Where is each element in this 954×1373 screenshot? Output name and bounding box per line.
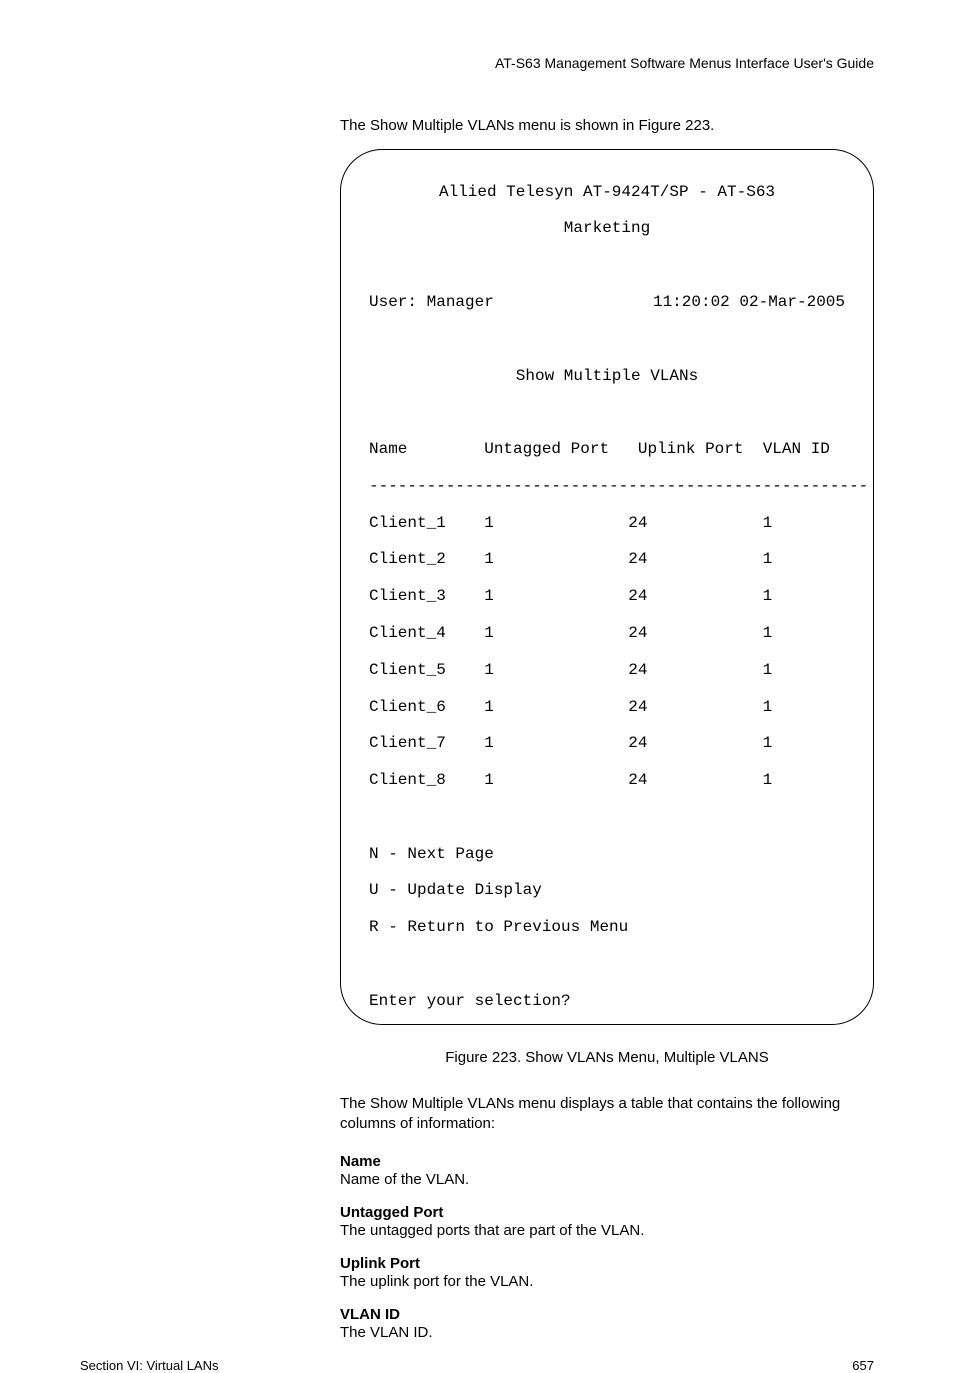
row-name: Client_7 bbox=[369, 734, 446, 752]
def-text: Name of the VLAN. bbox=[340, 1170, 874, 1190]
row-untagged: 1 bbox=[484, 771, 494, 789]
row-uplink: 24 bbox=[628, 698, 647, 716]
definition-name: Name Name of the VLAN. bbox=[340, 1153, 874, 1190]
blank-line bbox=[369, 955, 845, 973]
prompt: Enter your selection? bbox=[369, 992, 845, 1010]
row-name: Client_6 bbox=[369, 698, 446, 716]
blank-line bbox=[369, 808, 845, 826]
row-uplink: 24 bbox=[628, 661, 647, 679]
row-vlan: 1 bbox=[763, 734, 773, 752]
row-name: Client_3 bbox=[369, 587, 446, 605]
col-name: Name bbox=[369, 440, 407, 458]
table-row: Client_5 1 24 1 bbox=[369, 661, 845, 679]
table-row: Client_6 1 24 1 bbox=[369, 698, 845, 716]
table-row: Client_8 1 24 1 bbox=[369, 771, 845, 789]
row-vlan: 1 bbox=[763, 624, 773, 642]
row-vlan: 1 bbox=[763, 514, 773, 532]
blank-line bbox=[369, 330, 845, 348]
screen-title: Show Multiple VLANs bbox=[369, 367, 845, 385]
row-untagged: 1 bbox=[484, 624, 494, 642]
table-row: Client_4 1 24 1 bbox=[369, 624, 845, 642]
column-headers: Name Untagged Port Uplink Port VLAN ID bbox=[369, 440, 845, 458]
terminal-title2: Marketing bbox=[369, 219, 845, 237]
definition-untagged-port: Untagged Port The untagged ports that ar… bbox=[340, 1204, 874, 1241]
nav-return: R - Return to Previous Menu bbox=[369, 918, 845, 936]
blank-line bbox=[369, 403, 845, 421]
def-term: VLAN ID bbox=[340, 1306, 874, 1323]
row-vlan: 1 bbox=[763, 698, 773, 716]
definition-vlan-id: VLAN ID The VLAN ID. bbox=[340, 1306, 874, 1343]
row-untagged: 1 bbox=[484, 550, 494, 568]
def-text: The untagged ports that are part of the … bbox=[340, 1221, 874, 1241]
col-vlan: VLAN ID bbox=[763, 440, 830, 458]
row-uplink: 24 bbox=[628, 771, 647, 789]
table-row: Client_2 1 24 1 bbox=[369, 550, 845, 568]
definition-uplink-port: Uplink Port The uplink port for the VLAN… bbox=[340, 1255, 874, 1292]
row-uplink: 24 bbox=[628, 550, 647, 568]
def-term: Untagged Port bbox=[340, 1204, 874, 1221]
row-vlan: 1 bbox=[763, 587, 773, 605]
timestamp: 11:20:02 02-Mar-2005 bbox=[653, 293, 845, 311]
document-page: AT-S63 Management Software Menus Interfa… bbox=[0, 0, 954, 1235]
row-uplink: 24 bbox=[628, 734, 647, 752]
footer-section: Section VI: Virtual LANs bbox=[80, 1358, 219, 1373]
table-row: Client_1 1 24 1 bbox=[369, 514, 845, 532]
nav-update: U - Update Display bbox=[369, 881, 845, 899]
nav-next: N - Next Page bbox=[369, 845, 845, 863]
page-header: AT-S63 Management Software Menus Interfa… bbox=[80, 55, 874, 71]
row-name: Client_4 bbox=[369, 624, 446, 642]
figure-caption: Figure 223. Show VLANs Menu, Multiple VL… bbox=[340, 1049, 874, 1066]
user-label: User: Manager bbox=[369, 293, 494, 311]
row-untagged: 1 bbox=[484, 587, 494, 605]
row-uplink: 24 bbox=[628, 514, 647, 532]
def-term: Uplink Port bbox=[340, 1255, 874, 1272]
terminal-title1: Allied Telesyn AT-9424T/SP - AT-S63 bbox=[369, 183, 845, 201]
row-name: Client_2 bbox=[369, 550, 446, 568]
col-untagged: Untagged Port bbox=[484, 440, 609, 458]
row-name: Client_5 bbox=[369, 661, 446, 679]
row-name: Client_8 bbox=[369, 771, 446, 789]
row-uplink: 24 bbox=[628, 587, 647, 605]
divider-line: ----------------------------------------… bbox=[369, 477, 845, 495]
page-footer: Section VI: Virtual LANs 657 bbox=[80, 1358, 874, 1373]
intro-paragraph: The Show Multiple VLANs menu is shown in… bbox=[340, 116, 874, 136]
row-untagged: 1 bbox=[484, 698, 494, 716]
blank-line bbox=[369, 256, 845, 274]
table-row: Client_3 1 24 1 bbox=[369, 587, 845, 605]
row-untagged: 1 bbox=[484, 661, 494, 679]
def-text: The VLAN ID. bbox=[340, 1323, 874, 1343]
def-term: Name bbox=[340, 1153, 874, 1170]
row-name: Client_1 bbox=[369, 514, 446, 532]
row-uplink: 24 bbox=[628, 624, 647, 642]
row-vlan: 1 bbox=[763, 661, 773, 679]
row-vlan: 1 bbox=[763, 550, 773, 568]
terminal-screen: Allied Telesyn AT-9424T/SP - AT-S63 Mark… bbox=[340, 149, 874, 1025]
def-text: The uplink port for the VLAN. bbox=[340, 1272, 874, 1292]
row-vlan: 1 bbox=[763, 771, 773, 789]
row-untagged: 1 bbox=[484, 514, 494, 532]
page-content: The Show Multiple VLANs menu is shown in… bbox=[340, 116, 874, 1358]
row-untagged: 1 bbox=[484, 734, 494, 752]
table-row: Client_7 1 24 1 bbox=[369, 734, 845, 752]
description-paragraph: The Show Multiple VLANs menu displays a … bbox=[340, 1094, 874, 1135]
page-number: 657 bbox=[852, 1358, 874, 1373]
col-uplink: Uplink Port bbox=[638, 440, 744, 458]
